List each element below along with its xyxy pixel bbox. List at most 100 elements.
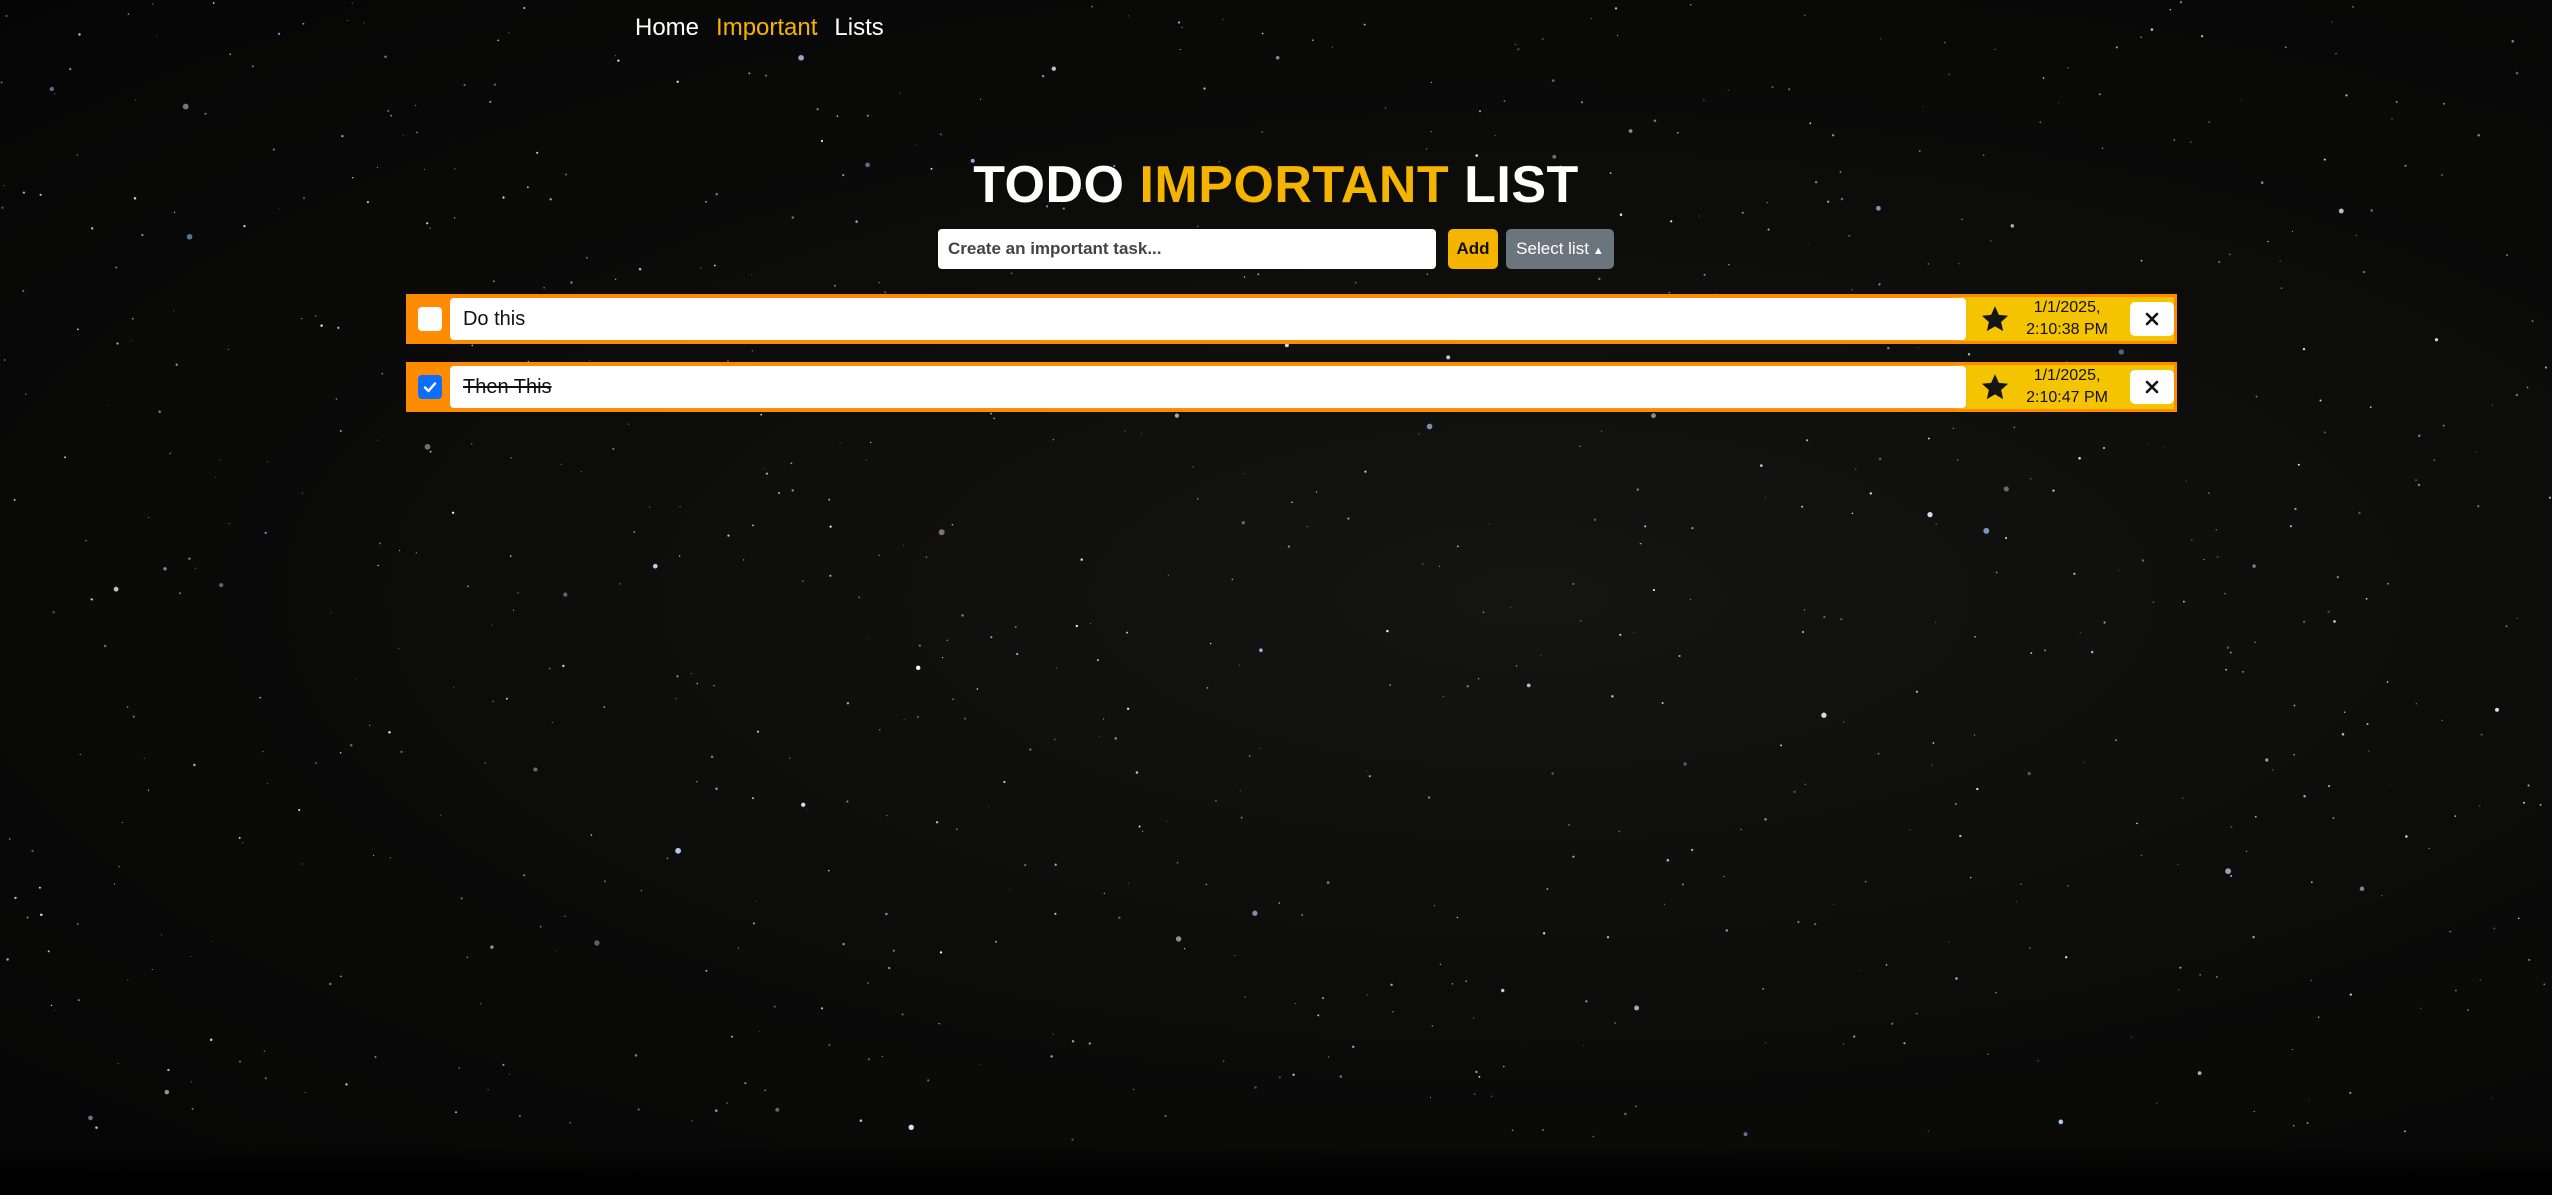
star-dot [617,59,620,62]
star-dot [2477,133,2480,137]
star-dot [228,348,230,350]
star-dot [2030,652,2033,655]
star-dot [484,762,487,764]
title-prefix: TODO [973,156,1140,214]
star-dot [182,103,189,110]
star-dot [1275,56,1280,60]
star-icon[interactable] [1980,304,2010,334]
star-dot [26,916,29,919]
star-dot [2169,9,2171,11]
star-dot [1197,498,1199,500]
task-text[interactable]: Do this [449,298,1967,340]
star-dot [961,614,964,617]
star-dot [52,611,55,614]
star-dot [1572,855,1575,858]
star-dot [2358,511,2361,515]
star-dot [2405,835,2408,838]
star-dot [1983,527,1990,534]
star-dot [2391,118,2393,121]
star-dot [879,729,881,731]
star-dot [1891,1022,1894,1025]
star-dot [209,1038,213,1042]
star-dot [1948,941,1950,943]
star-dot [2115,46,2118,49]
nav-lists-link[interactable]: Lists [834,14,883,42]
star-dot [1944,42,1946,44]
close-icon [2145,312,2159,326]
star-dot [1431,1025,1434,1027]
star-dot [241,842,244,844]
star-dot [1278,1076,1281,1079]
star-dot [640,890,643,892]
star-dot [2366,723,2369,726]
star-dot [1252,910,1258,916]
star-dot [1428,796,1431,799]
star-dot [612,447,615,450]
task-date-line2: 2:10:38 PM [2026,321,2108,338]
star-dot [384,55,387,59]
star-dot [1955,977,1958,980]
star-dot [1919,150,1921,152]
star-dot [378,542,381,545]
star-dot [935,821,939,824]
star-dot [350,744,353,747]
star-dot [696,781,698,783]
star-dot [652,563,658,569]
star-dot [1430,130,1432,133]
star-dot [188,557,191,560]
star-dot [2208,492,2210,494]
star-dot [754,900,757,902]
nav-home-link[interactable]: Home [635,14,699,42]
star-dot [1477,678,1480,680]
star-dot [127,706,129,708]
task-input[interactable] [938,229,1436,269]
star-dot [505,697,508,700]
task-checkbox[interactable] [418,375,442,399]
star-dot [2433,459,2436,462]
star-dot [1192,466,1194,468]
add-button[interactable]: Add [1448,229,1498,269]
star-dot [1567,823,1571,826]
star-dot [1503,1065,1505,1068]
task-checkbox[interactable] [418,307,442,331]
star-dot [2387,582,2389,585]
star-dot [131,317,134,320]
star-dot [2279,260,2281,262]
star-dot [390,114,392,117]
star-dot [114,883,116,885]
star-dot [1954,802,1958,806]
star-dot [763,468,765,470]
star-icon[interactable] [1980,372,2010,402]
star-dot [2029,477,2032,480]
delete-task-button[interactable] [2130,370,2174,404]
delete-task-button[interactable] [2130,302,2174,336]
nav-important-link[interactable]: Important [716,14,817,42]
star-dot [173,310,175,312]
star-dot [1176,861,1179,864]
star-dot [713,684,715,687]
star-dot [1096,659,1099,662]
star-dot [586,256,588,259]
task-text[interactable]: Then This [449,366,1967,408]
star-dot [562,664,565,668]
star-dot [301,863,303,865]
star-dot [1788,88,1791,91]
star-dot [705,969,708,972]
star-dot [2229,253,2231,256]
select-list-button[interactable]: Select list ▲ [1506,229,1614,269]
star-dot [1473,1093,1476,1095]
star-dot [262,751,264,753]
star-dot [1515,665,1518,667]
star-dot [2404,1130,2406,1133]
star-dot [148,789,150,791]
star-dot [264,1077,267,1080]
star-dot [1164,1114,1167,1118]
star-dot [839,442,841,444]
star-dot [2073,572,2076,575]
star-dot [752,524,754,527]
star-dot [267,461,269,463]
star-dot [1291,501,1293,504]
star-dot [31,849,34,853]
star-dot [1024,864,1027,867]
star-dot [1585,1000,1588,1003]
